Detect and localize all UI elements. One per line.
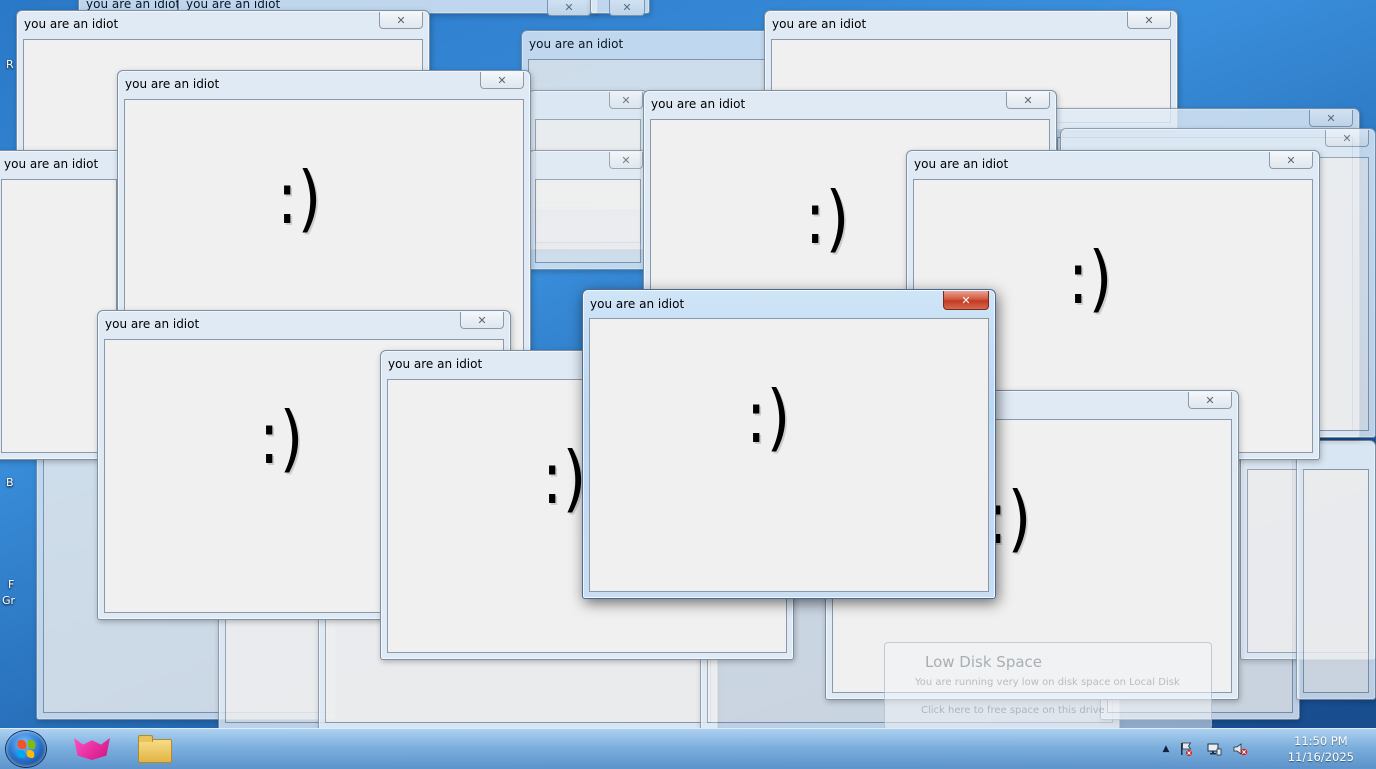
close-button[interactable]: ✕ <box>1325 130 1369 147</box>
popup-window[interactable]: ✕ <box>590 0 650 16</box>
window-client-area <box>535 179 641 263</box>
desktop: R B F Gr you are an idiot you are an idi… <box>0 0 1376 728</box>
window-title: you are an idiot <box>388 357 483 371</box>
close-button[interactable]: ✕ <box>1127 12 1171 29</box>
fox-app-icon <box>74 738 110 760</box>
window-title: you are an idiot <box>529 37 624 51</box>
window-title: you are an idiot <box>590 297 685 311</box>
close-button[interactable]: ✕ <box>1188 392 1232 409</box>
popup-window[interactable] <box>1296 440 1376 700</box>
taskbar-file-explorer[interactable] <box>128 731 182 767</box>
clock-date: 11/16/2025 <box>1287 750 1354 764</box>
notification-area: ▲ 11:50 PM 11/16/2025 <box>1156 729 1376 769</box>
network-icon[interactable] <box>1206 741 1222 757</box>
low-disk-space-notification[interactable]: Low Disk Space You are running very low … <box>884 642 1212 728</box>
close-button[interactable]: ✕ <box>609 152 643 169</box>
popup-window[interactable]: ✕ <box>528 150 648 270</box>
window-client-area <box>1303 469 1369 693</box>
start-button[interactable] <box>6 731 46 767</box>
desktop-icon-label[interactable]: B <box>6 476 14 489</box>
clock-time: 11:50 PM <box>1294 734 1348 748</box>
smiley-face: :) <box>258 396 304 480</box>
close-button[interactable]: ✕ <box>1309 110 1353 127</box>
notification-title: Low Disk Space <box>925 653 1043 671</box>
action-center-flag-icon[interactable] <box>1178 741 1194 757</box>
folder-icon <box>138 735 172 763</box>
taskbar-pinned-app[interactable] <box>66 731 120 767</box>
close-button[interactable]: ✕ <box>609 92 643 109</box>
window-client-area: :) <box>589 318 989 592</box>
desktop-icon-label[interactable]: F <box>8 578 14 591</box>
volume-muted-icon[interactable] <box>1232 741 1248 757</box>
smiley-face: :) <box>276 156 322 240</box>
window-title: you are an idiot <box>914 157 1009 171</box>
notification-text: You are running very low on disk space o… <box>915 677 1180 688</box>
taskbar: ▲ 11:50 PM 11/16/2025 <box>0 728 1376 769</box>
window-title: you are an idiot <box>772 17 867 31</box>
close-button[interactable]: ✕ <box>609 0 645 16</box>
close-button[interactable]: ✕ <box>480 72 524 89</box>
notification-link[interactable]: Click here to free space on this drive <box>921 705 1105 716</box>
system-clock[interactable]: 11:50 PM 11/16/2025 <box>1288 733 1354 765</box>
close-button[interactable]: ✕ <box>547 0 591 16</box>
close-button[interactable]: ✕ <box>1006 92 1050 109</box>
close-button[interactable]: ✕ <box>1269 152 1313 169</box>
window-title: you are an idiot <box>651 97 746 111</box>
close-button[interactable]: ✕ <box>379 12 423 29</box>
window-title: you are an idiot <box>24 17 119 31</box>
smiley-face: :) <box>804 176 850 260</box>
smiley-face: :) <box>541 436 587 520</box>
desktop-icon-label[interactable]: R <box>6 58 14 71</box>
windows-logo-icon <box>16 740 36 758</box>
close-button[interactable]: ✕ <box>460 312 504 329</box>
window-title: you are an idiot <box>4 157 99 171</box>
desktop-icon-label[interactable]: Gr <box>2 594 15 607</box>
show-hidden-icons-chevron-icon[interactable]: ▲ <box>1158 741 1174 757</box>
active-popup-window[interactable]: you are an idiot ✕ :) <box>582 289 996 599</box>
smiley-face: :) <box>745 375 791 459</box>
smiley-face: :) <box>1067 236 1113 320</box>
window-title: you are an idiot <box>105 317 200 331</box>
close-button[interactable]: ✕ <box>943 291 989 310</box>
window-title: you are an idiot <box>125 77 220 91</box>
